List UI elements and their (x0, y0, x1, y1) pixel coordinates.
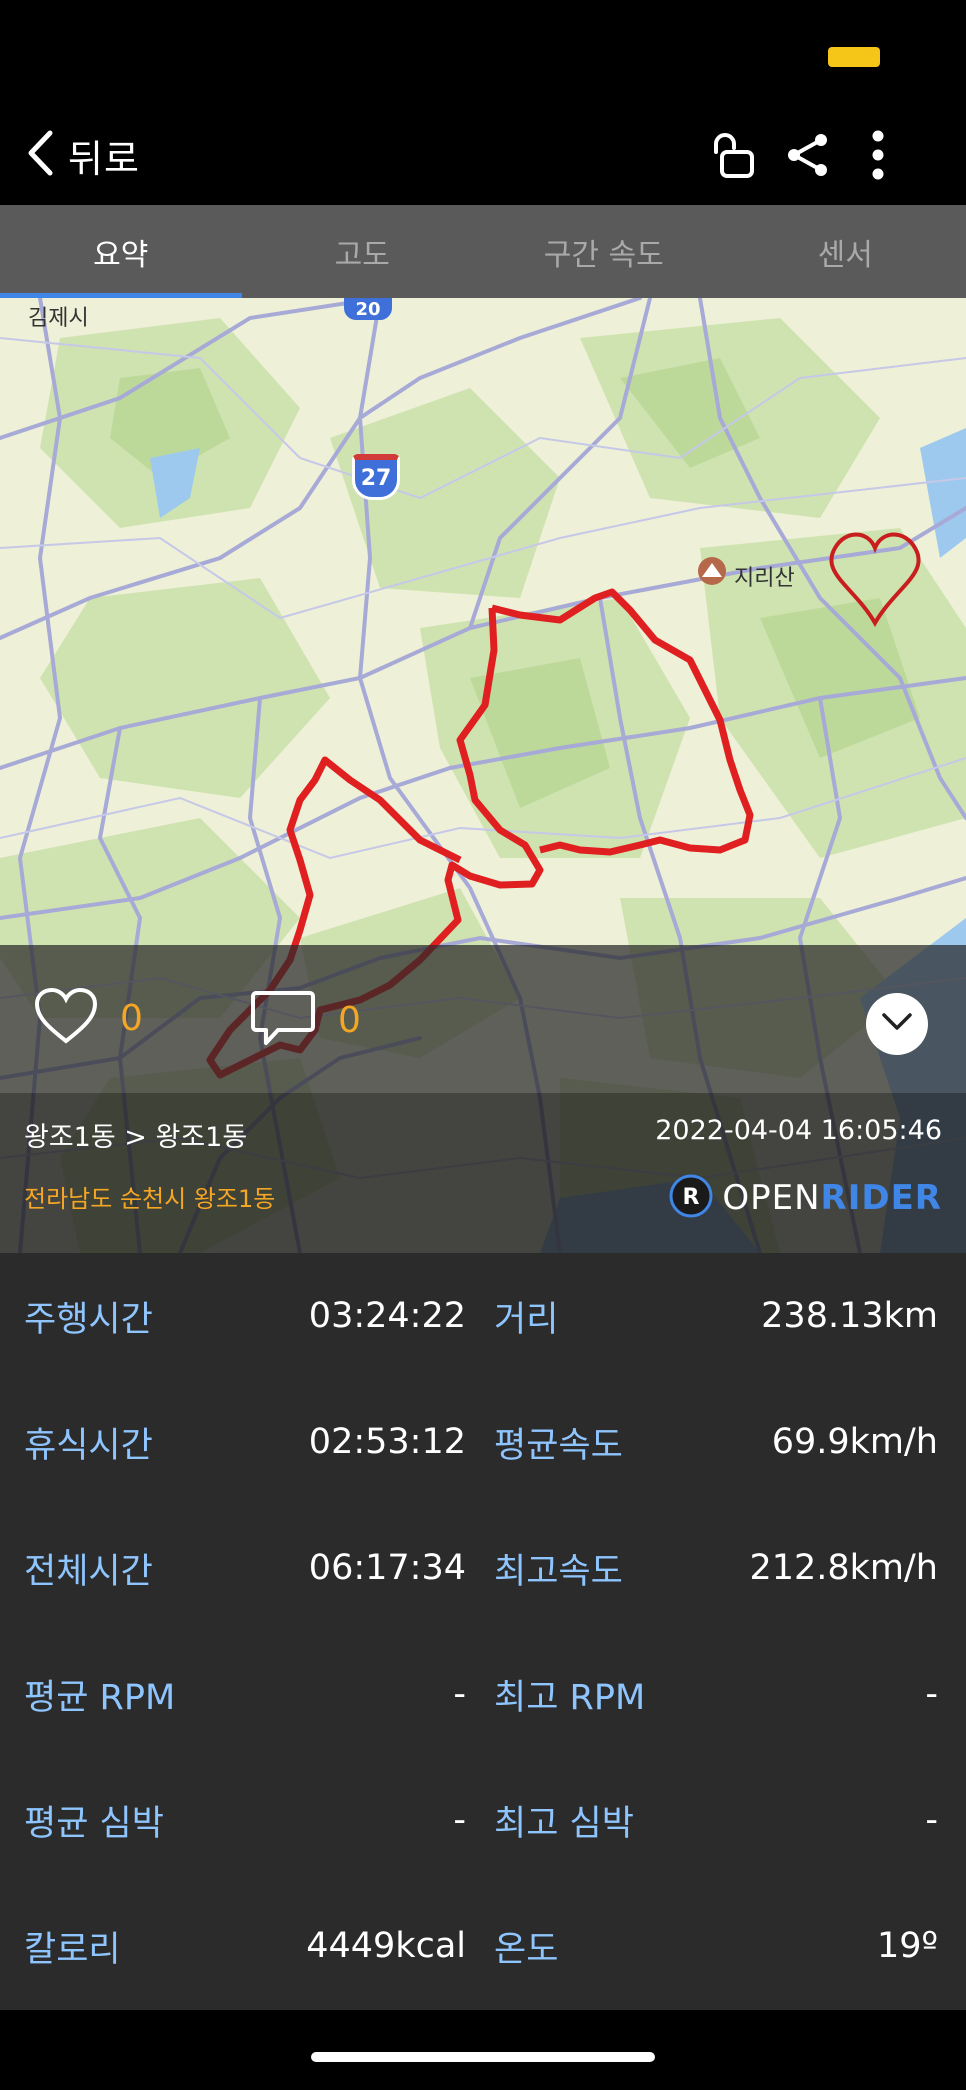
stat-label: 휴식시간 (24, 1425, 153, 1466)
openrider-logo-icon: R (668, 1173, 714, 1223)
stat-avg-speed: 평균속도 69.9km/h (494, 1379, 938, 1505)
ride-datetime: 2022-04-04 16:05:46 (655, 1115, 942, 1146)
stat-distance: 거리 238.13km (494, 1253, 938, 1379)
stat-label: 평균 심박 (24, 1803, 164, 1844)
stat-value: 4449kcal (306, 1926, 466, 1966)
stat-avg-rpm: 평균 RPM - (24, 1631, 466, 1757)
stats-row: 평균 심박 - 최고 심박 - (0, 1757, 966, 1883)
chevron-down-icon (881, 1012, 913, 1036)
status-bar (0, 0, 966, 115)
stat-label: 온도 (494, 1929, 559, 1970)
home-indicator[interactable] (311, 2052, 655, 2062)
nav-bar: 뒤로 (0, 115, 966, 205)
stat-temperature: 온도 19º (494, 1883, 938, 2009)
stat-max-speed: 최고속도 212.8km/h (494, 1505, 938, 1631)
more-vertical-icon[interactable] (848, 125, 908, 185)
tab-sensor[interactable]: 센서 (725, 205, 966, 298)
tab-summary[interactable]: 요약 (0, 205, 242, 298)
stats-panel: 주행시간 03:24:22 거리 238.13km 휴식시간 02:53:12 … (0, 1253, 966, 2010)
ride-info-overlay: 왕조1동 > 왕조1동 2022-04-04 16:05:46 전라남도 순천시… (0, 1093, 966, 1253)
brand-rider-text: RIDER (820, 1178, 942, 1218)
battery-icon (828, 47, 880, 67)
stats-row: 전체시간 06:17:34 최고속도 212.8km/h (0, 1505, 966, 1631)
chevron-left-icon (26, 130, 54, 180)
stat-label: 전체시간 (24, 1551, 153, 1592)
stat-rest-time: 휴식시간 02:53:12 (24, 1379, 466, 1505)
stat-label: 최고 심박 (494, 1803, 634, 1844)
stat-value: 238.13km (761, 1296, 938, 1336)
comment-button[interactable]: 0 (250, 989, 361, 1051)
stat-value: - (925, 1674, 938, 1714)
home-area (0, 2010, 966, 2090)
stat-label: 칼로리 (24, 1929, 121, 1970)
comment-count: 0 (338, 999, 361, 1041)
stat-label: 평균 RPM (24, 1677, 176, 1718)
stat-max-heart-rate: 최고 심박 - (494, 1757, 938, 1883)
stat-value: 212.8km/h (749, 1548, 938, 1588)
collapse-button[interactable] (866, 993, 928, 1055)
like-count: 0 (120, 997, 143, 1039)
stat-value: 03:24:22 (308, 1296, 466, 1336)
stats-row: 휴식시간 02:53:12 평균속도 69.9km/h (0, 1379, 966, 1505)
tab-section-speed[interactable]: 구간 속도 (483, 205, 725, 298)
social-overlay: 0 0 (0, 945, 966, 1093)
stat-value: 02:53:12 (308, 1422, 466, 1462)
stat-moving-time: 주행시간 03:24:22 (24, 1253, 466, 1379)
stat-value: - (453, 1800, 466, 1840)
brand-open-text: OPEN (722, 1178, 821, 1218)
road-shield-27: 27 (352, 454, 400, 500)
tab-altitude[interactable]: 고도 (242, 205, 484, 298)
comment-icon (250, 989, 316, 1051)
tab-bar: 요약 고도 구간 속도 센서 (0, 205, 966, 298)
stat-calories: 칼로리 4449kcal (24, 1883, 466, 2009)
stats-row: 주행시간 03:24:22 거리 238.13km (0, 1253, 966, 1379)
stat-value: 19º (876, 1926, 938, 1966)
route-text: 왕조1동 > 왕조1동 (24, 1122, 248, 1153)
heart-outline-icon (34, 987, 98, 1049)
back-button[interactable]: 뒤로 (26, 125, 140, 185)
stat-label: 평균속도 (494, 1425, 623, 1466)
stats-row: 평균 RPM - 최고 RPM - (0, 1631, 966, 1757)
stat-max-rpm: 최고 RPM - (494, 1631, 938, 1757)
stats-row: 칼로리 4449kcal 온도 19º (0, 1883, 966, 2009)
stat-total-time: 전체시간 06:17:34 (24, 1505, 466, 1631)
back-label: 뒤로 (68, 136, 140, 181)
stat-label: 거리 (494, 1299, 559, 1340)
map-label-jirisan: 지리산 (734, 566, 795, 591)
stat-label: 최고 RPM (494, 1677, 646, 1718)
road-shield-20: 20 (344, 298, 392, 320)
stat-value: 69.9km/h (771, 1422, 938, 1462)
stat-label: 최고속도 (494, 1551, 623, 1592)
stat-value: - (925, 1800, 938, 1840)
openrider-logo: R OPEN RIDER (668, 1173, 942, 1223)
like-button[interactable]: 0 (34, 987, 143, 1049)
map-label-gimje: 김제시 (28, 306, 89, 331)
ride-address: 전라남도 순천시 왕조1동 (24, 1185, 276, 1213)
stat-label: 주행시간 (24, 1299, 153, 1340)
share-icon[interactable] (778, 125, 838, 185)
stat-value: 06:17:34 (308, 1548, 466, 1588)
stat-avg-heart-rate: 평균 심박 - (24, 1757, 466, 1883)
unlock-icon[interactable] (703, 125, 763, 185)
stat-value: - (453, 1674, 466, 1714)
svg-text:R: R (683, 1185, 700, 1210)
